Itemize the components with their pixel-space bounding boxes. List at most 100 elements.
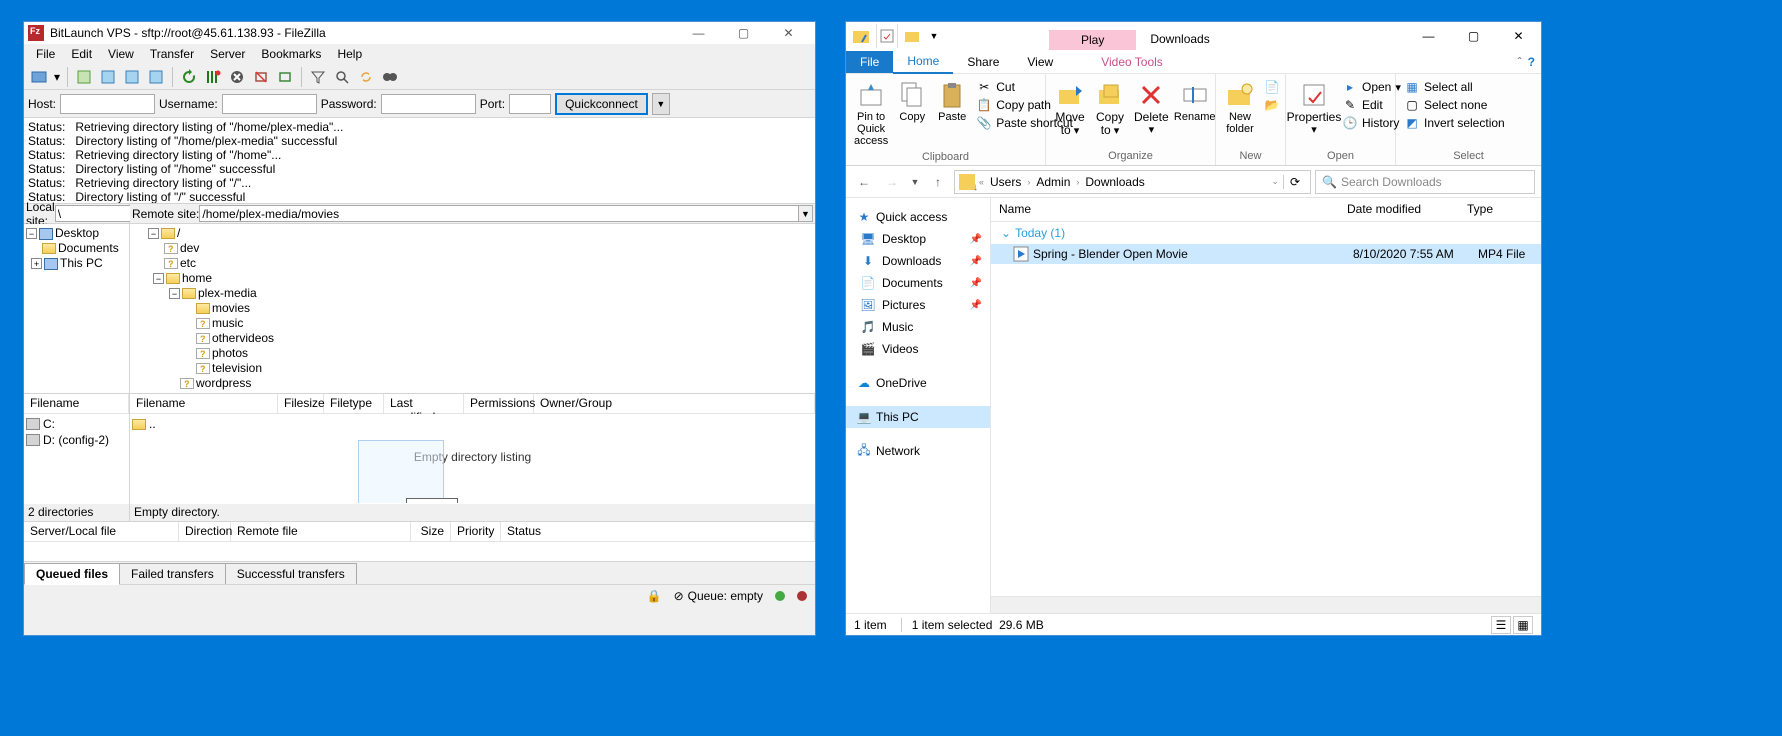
local-tree[interactable]: −Desktop Documents +This PC	[24, 224, 129, 393]
sidebar-videos[interactable]: 🎬Videos	[846, 338, 990, 360]
q-col-size[interactable]: Size	[411, 522, 451, 541]
thumbnails-view-button[interactable]: ▦	[1513, 616, 1533, 634]
cancel-icon[interactable]	[226, 66, 248, 88]
col-filename[interactable]: Filename	[130, 394, 278, 413]
back-button[interactable]: ←	[852, 170, 876, 194]
tab-view[interactable]: View	[1013, 51, 1067, 73]
up-button[interactable]: ↑	[926, 170, 950, 194]
toggle-queue-icon[interactable]	[145, 66, 167, 88]
quick-access-header[interactable]: ★Quick access	[846, 206, 990, 228]
password-input[interactable]	[381, 94, 476, 114]
refresh-button[interactable]: ⟳	[1283, 175, 1306, 189]
q-col-remote[interactable]: Remote file	[231, 522, 411, 541]
menu-view[interactable]: View	[100, 45, 142, 63]
remote-tree[interactable]: −/ dev etc −home −plex-media movies musi…	[130, 224, 815, 393]
new-folder-button[interactable]: New folder	[1222, 77, 1258, 137]
copy-to-button[interactable]: Copy to ▾	[1092, 77, 1128, 139]
easy-access-button[interactable]: 📂	[1264, 97, 1280, 113]
menu-bookmarks[interactable]: Bookmarks	[253, 45, 329, 63]
expand-icon[interactable]: −	[153, 273, 164, 284]
menu-server[interactable]: Server	[202, 45, 253, 63]
close-button[interactable]: ✕	[766, 23, 811, 43]
copy-button[interactable]: Copy	[894, 77, 930, 125]
port-input[interactable]	[509, 94, 551, 114]
sidebar-desktop[interactable]: 🖥Desktop📌	[846, 228, 990, 250]
tab-home[interactable]: Home	[893, 50, 953, 74]
breadcrumb[interactable]: ↓ « Users› Admin› Downloads ⌄ ⟳	[954, 170, 1311, 194]
expand-icon[interactable]: −	[26, 228, 37, 239]
menu-edit[interactable]: Edit	[63, 45, 100, 63]
username-input[interactable]	[222, 94, 317, 114]
process-queue-icon[interactable]	[202, 66, 224, 88]
crumb-dropdown[interactable]: ⌄	[1269, 176, 1281, 187]
menu-file[interactable]: File	[28, 45, 63, 63]
column-headers[interactable]: Name Date modified Type	[991, 198, 1541, 222]
maximize-button[interactable]: ▢	[721, 23, 766, 43]
reconnect-icon[interactable]	[274, 66, 296, 88]
col-filesize[interactable]: Filesize	[278, 394, 324, 413]
crumb-users[interactable]: Users	[988, 175, 1023, 189]
col-filetype[interactable]: Filetype	[324, 394, 384, 413]
move-to-button[interactable]: Move to ▾	[1052, 77, 1088, 139]
rename-button[interactable]: Rename	[1175, 77, 1215, 125]
search-box[interactable]: 🔍 Search Downloads	[1315, 170, 1535, 194]
site-manager-icon[interactable]	[28, 66, 50, 88]
sidebar-network[interactable]: 🖧Network	[846, 440, 990, 462]
tab-share[interactable]: Share	[953, 51, 1013, 73]
delete-button[interactable]: Delete ▾	[1132, 77, 1171, 138]
q-col-status[interactable]: Status	[501, 522, 815, 541]
navigation-pane[interactable]: ★Quick access 🖥Desktop📌 ⬇Downloads📌 📄Doc…	[846, 198, 991, 613]
tab-queued[interactable]: Queued files	[24, 563, 120, 585]
tab-success[interactable]: Successful transfers	[225, 563, 357, 584]
folder-icon[interactable]	[850, 24, 872, 48]
remote-path-input[interactable]	[199, 205, 799, 222]
minimize-button[interactable]: —	[676, 23, 721, 43]
expand-icon[interactable]: −	[148, 228, 159, 239]
paste-button[interactable]: Paste	[934, 77, 970, 125]
q-col-priority[interactable]: Priority	[451, 522, 501, 541]
help-icon[interactable]: ?	[1528, 55, 1535, 69]
new-item-button[interactable]: 📄	[1264, 79, 1280, 95]
q-col-server[interactable]: Server/Local file	[24, 522, 179, 541]
site-dropdown-icon[interactable]: ▾	[52, 66, 62, 88]
remote-path-dropdown[interactable]: ▼	[799, 205, 813, 222]
maximize-button[interactable]: ▢	[1451, 22, 1496, 50]
compare-icon[interactable]	[379, 66, 401, 88]
qat-dropdown-icon[interactable]: ▼	[928, 24, 940, 48]
col-permissions[interactable]: Permissions	[464, 394, 534, 413]
local-file-list[interactable]: C: D: (config-2)	[24, 414, 129, 503]
collapse-ribbon-icon[interactable]: ˆ	[1518, 55, 1522, 69]
titlebar[interactable]: BitLaunch VPS - sftp://root@45.61.138.93…	[24, 22, 815, 44]
tab-video-tools[interactable]: Video Tools	[1087, 51, 1177, 73]
toggle-local-tree-icon[interactable]	[97, 66, 119, 88]
search-icon[interactable]	[331, 66, 353, 88]
toggle-log-icon[interactable]	[73, 66, 95, 88]
tab-file[interactable]: File	[846, 51, 893, 73]
sidebar-pictures[interactable]: 🖼Pictures📌	[846, 294, 990, 316]
col-name[interactable]: Name	[991, 198, 1339, 221]
quickconnect-button[interactable]: Quickconnect	[555, 93, 648, 115]
history-button[interactable]: 🕒History	[1342, 115, 1401, 131]
remote-file-list[interactable]: .. Empty directory listing +Copy	[130, 414, 815, 503]
minimize-button[interactable]: —	[1406, 22, 1451, 50]
quickconnect-dropdown[interactable]: ▼	[652, 93, 670, 115]
sidebar-this-pc[interactable]: 💻This PC	[846, 406, 990, 428]
titlebar[interactable]: ▼ Play Downloads — ▢ ✕	[846, 22, 1541, 50]
context-tab-play[interactable]: Play	[1049, 30, 1136, 50]
disconnect-icon[interactable]	[250, 66, 272, 88]
expand-icon[interactable]: +	[31, 258, 42, 269]
toggle-remote-tree-icon[interactable]	[121, 66, 143, 88]
sidebar-downloads[interactable]: ⬇Downloads📌	[846, 250, 990, 272]
col-owner[interactable]: Owner/Group	[534, 394, 815, 413]
col-type[interactable]: Type	[1459, 198, 1541, 221]
select-all-button[interactable]: ▦Select all	[1404, 79, 1505, 95]
group-today[interactable]: ⌄Today (1)	[991, 222, 1541, 244]
new-folder-icon[interactable]	[902, 24, 924, 48]
file-row[interactable]: Spring - Blender Open Movie 8/10/2020 7:…	[991, 244, 1541, 264]
close-button[interactable]: ✕	[1496, 22, 1541, 50]
select-none-button[interactable]: ▢Select none	[1404, 97, 1505, 113]
log-panel[interactable]: Status: Retrieving directory listing of …	[24, 118, 815, 204]
recent-dropdown[interactable]: ▼	[908, 170, 922, 194]
open-button[interactable]: ▸Open ▾	[1342, 79, 1401, 95]
refresh-icon[interactable]	[178, 66, 200, 88]
